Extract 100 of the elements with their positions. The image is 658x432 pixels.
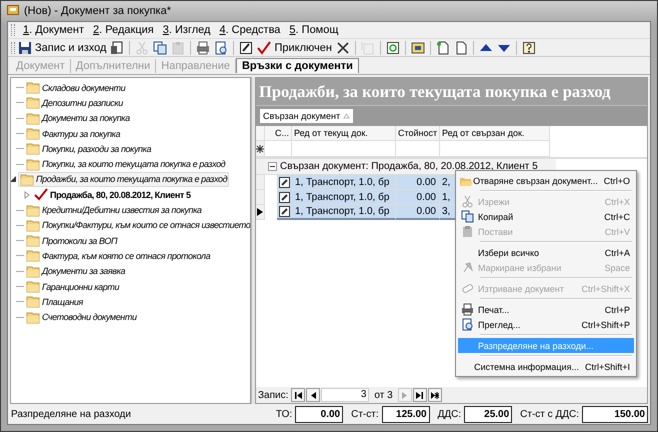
column-header[interactable]: С... [265,126,292,141]
folder-icon [20,172,34,186]
folder-icon [26,96,40,110]
first-record-icon[interactable] [294,390,303,400]
save-icon [18,40,32,54]
paste-icon [461,225,475,238]
menu-item[interactable]: Избери всичко Ctrl+A [458,245,634,260]
menu-item[interactable]: 2. Редакция [92,24,155,36]
total-label: Ст-ст: [351,408,379,420]
toolbar-button[interactable]: Запис и изход [17,40,108,56]
menu-item[interactable]: 3. Изглед [162,24,212,36]
total-label: Ст-ст с ДДС: [520,408,579,420]
asterisk-icon [256,144,264,152]
tree-item[interactable]: Гаранционни карти [24,279,122,294]
folder-icon [26,280,40,293]
edit-icon[interactable] [239,40,254,54]
previous-record-icon[interactable] [308,390,318,400]
help-icon[interactable] [522,40,536,54]
window-title: (Нов) - Документ за покупка* [24,5,171,17]
group-row-text: Свързан документ: Продажба, 80, 20.08.2012, Клиент 5 [280,161,538,172]
column-header[interactable]: Ред от текущ док. [292,126,396,141]
checkmark-icon [34,188,48,202]
folder-icon [26,310,40,324]
new-document-icon[interactable] [436,40,450,54]
total-field: 150.00 [582,406,648,422]
close-icon[interactable] [336,40,350,54]
tree-item[interactable]: Фактури за покупка [24,126,122,142]
folder-icon [26,234,40,248]
folder-icon [26,127,40,140]
toolbar-button[interactable]: Приключен [256,40,333,56]
folder-icon [26,295,40,308]
record-label: Запис: [258,390,288,400]
folder-icon [26,204,40,217]
tree-item[interactable]: Плащания [24,294,85,310]
tree-item[interactable]: Продажби, за които текущата покупка е разход [18,172,230,187]
menu-item[interactable]: 1. Документ [22,24,86,36]
collapse-icon[interactable] [268,162,277,171]
checkmark-icon [257,40,272,54]
edit-document-icon [279,192,290,202]
tree-item[interactable]: Кредитни/Дебитни известия за покупка [24,202,204,218]
folder-icon [26,264,40,278]
menu-item[interactable]: Системна информация... Ctrl+Shift+I [458,359,634,374]
column-header[interactable]: Стойност [396,126,440,141]
document-icon[interactable] [454,40,468,54]
tree-item[interactable]: Депозитни разписки [24,95,125,110]
status-message: Разпределяне на разходи [11,408,132,420]
folder-icon [26,158,40,171]
tab[interactable]: Връзки с документи [236,58,359,73]
table-cell: 0.00 [396,175,440,190]
folder-icon [26,112,40,125]
table-cell[interactable] [396,141,440,157]
table-cell[interactable] [292,141,396,157]
menu-item[interactable]: Преглед... Ctrl+Shift+P [458,317,634,332]
card-icon[interactable] [410,40,425,54]
cut-icon [461,195,475,208]
folder-icon [26,249,40,262]
edit-document-icon [279,206,290,217]
tree-item[interactable]: Покупки/Фактури, към които се отнася известието [24,218,250,233]
record-count: от 3 [374,390,393,400]
menu-item[interactable]: 4. Средства [218,24,282,36]
group-by-chip[interactable]: Свързан документ [260,109,354,123]
table-cell: 1, Транспорт, 1.0, бр [292,190,396,205]
printer-icon[interactable] [196,40,210,54]
tree-item[interactable]: Документи за покупка [24,110,132,126]
sort-ascending-icon [343,113,350,119]
total-field: 0.00 [295,406,344,422]
tree-item[interactable]: Продажба, 80, 20.08.2012, Клиент 5 [32,187,193,202]
table-cell: 1, Транспорт, 1.0, бр [292,175,396,190]
folder-icon [26,218,40,232]
folder-icon [26,81,40,94]
table-cell: 1, Транспорт, 1.0, бр [292,205,396,220]
record-field[interactable]: 3 [321,388,370,402]
copy-icon[interactable] [153,40,168,54]
table-cell[interactable] [440,141,550,157]
table-cell: 0.00 [396,190,440,205]
table-cell: 0.00 [396,205,440,220]
tree-item[interactable]: Складови документи [24,80,128,96]
document-icon[interactable] [110,40,124,54]
preview-icon[interactable] [214,40,228,54]
copy-icon [461,210,475,223]
folder-icon [26,142,40,156]
tree-item[interactable]: Покупки, за които текущата покупка е разход [24,156,228,172]
table-cell[interactable] [265,141,292,157]
printer-icon [461,303,475,316]
expand-icon[interactable] [23,190,31,199]
tree-item[interactable]: Протоколи за ВОП [24,233,120,248]
panel-title: Продажби, за които текущата покупка е разход [256,78,647,105]
menu-item[interactable]: Печат... Ctrl+P [458,302,634,317]
last-record-icon[interactable] [415,390,424,400]
app-icon [7,4,19,16]
tree-item[interactable]: Счетоводни документи [24,310,139,325]
menu-item[interactable]: 5. Помощ [288,24,340,36]
column-header[interactable]: Ред от свързан док. [440,126,550,141]
tree-item[interactable]: Документи за заявка [24,264,128,279]
tree-item[interactable]: Фактура, към която се отнася протокола [24,248,212,264]
total-label: ДДС: [438,408,462,420]
tree-item[interactable]: Покупки, разходи за покупка [24,141,154,156]
total-label: ТО: [276,408,292,420]
new-record-icon[interactable] [430,390,440,400]
refresh-icon[interactable] [386,40,400,54]
